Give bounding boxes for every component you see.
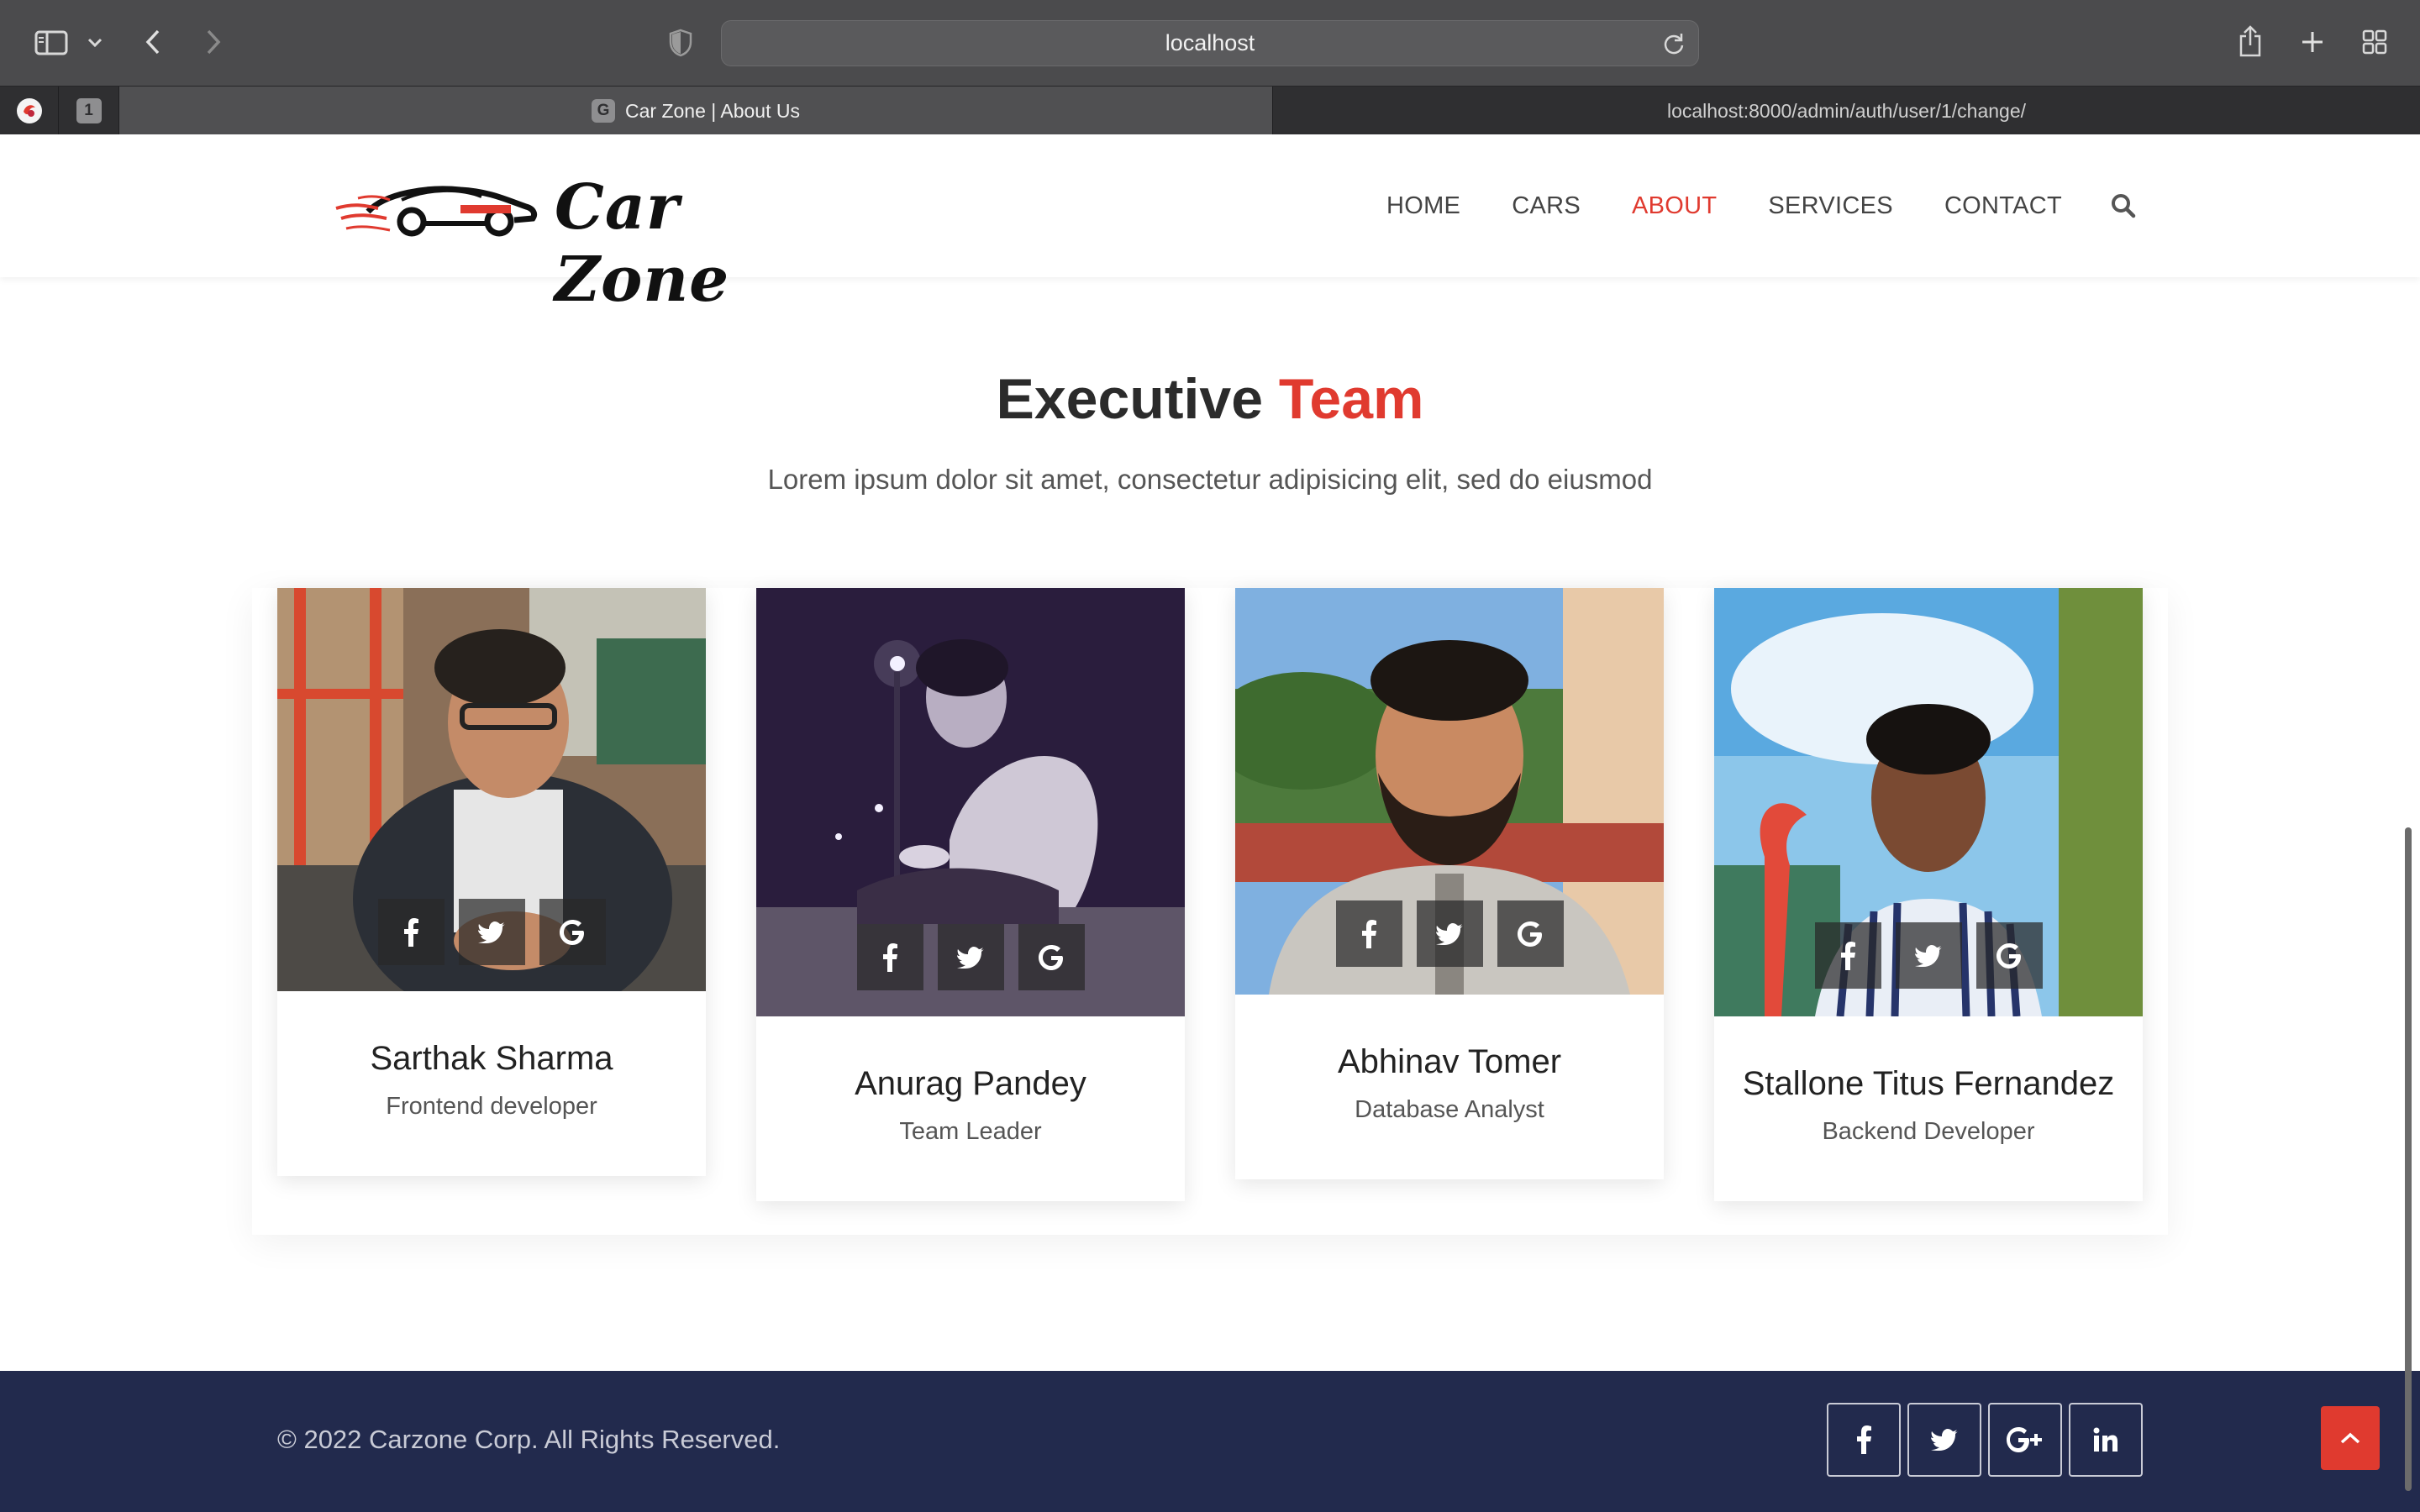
site-header: Car Zone HOME CARS ABOUT SERVICES CONTAC… xyxy=(0,134,2420,316)
team-card: Sarthak Sharma Frontend developer xyxy=(277,588,706,1176)
facebook-icon[interactable] xyxy=(856,924,923,990)
twitter-icon[interactable] xyxy=(1895,922,1962,989)
member-photo xyxy=(756,588,1185,1016)
sidebar-toggle-icon[interactable] xyxy=(32,27,71,59)
member-role: Team Leader xyxy=(899,1118,1042,1145)
twitter-icon[interactable] xyxy=(937,924,1004,990)
twitter-icon[interactable] xyxy=(458,899,525,965)
forward-icon[interactable] xyxy=(198,25,229,59)
title-accent: Team xyxy=(1278,367,1424,431)
chevron-up-icon xyxy=(2340,1432,2360,1444)
member-info: Abhinav Tomer Database Analyst xyxy=(1235,995,1664,1179)
section-title: Executive Team xyxy=(0,366,2420,432)
nav-services[interactable]: SERVICES xyxy=(1768,192,1893,220)
google-icon[interactable] xyxy=(539,899,606,965)
team-card: Abhinav Tomer Database Analyst xyxy=(1235,588,1664,1179)
share-icon[interactable] xyxy=(2235,22,2265,60)
pinned-tab-logo[interactable] xyxy=(0,87,59,135)
team-card: Stallone Titus Fernandez Backend Develop… xyxy=(1714,588,2143,1201)
reload-icon[interactable] xyxy=(1661,31,1686,56)
facebook-icon[interactable] xyxy=(377,899,445,965)
google-icon[interactable] xyxy=(1018,924,1085,990)
back-icon[interactable] xyxy=(138,25,168,59)
car-zone-logo[interactable]: Car Zone xyxy=(334,160,839,316)
address-text: localhost xyxy=(1165,30,1255,55)
logo-text: Car Zone xyxy=(555,171,730,316)
nav-cars[interactable]: CARS xyxy=(1512,192,1581,220)
tab-overview-icon[interactable] xyxy=(2360,27,2390,57)
facebook-icon[interactable] xyxy=(1335,900,1402,967)
member-photo xyxy=(277,588,706,991)
linkedin-icon[interactable] xyxy=(2069,1403,2143,1477)
member-name: Anurag Pandey xyxy=(855,1065,1086,1102)
member-socials xyxy=(756,924,1185,990)
member-role: Frontend developer xyxy=(386,1093,597,1120)
tab-favicon: G xyxy=(592,99,616,123)
google-icon[interactable] xyxy=(1497,900,1564,967)
google-icon[interactable] xyxy=(1975,922,2043,989)
member-socials xyxy=(277,899,706,965)
member-name: Stallone Titus Fernandez xyxy=(1742,1065,2115,1102)
address-bar[interactable]: localhost xyxy=(721,20,1699,66)
member-role: Backend Developer xyxy=(1822,1118,2035,1145)
member-photo xyxy=(1714,588,2143,1016)
tab-title: localhost:8000/admin/auth/user/1/change/ xyxy=(1666,99,2027,122)
member-name: Sarthak Sharma xyxy=(370,1040,613,1077)
tab-car-zone-about[interactable]: G Car Zone | About Us xyxy=(119,87,1272,135)
facebook-icon[interactable] xyxy=(1827,1403,1901,1477)
facebook-icon[interactable] xyxy=(1814,922,1881,989)
twitter-icon[interactable] xyxy=(1907,1403,1981,1477)
section-subtitle: Lorem ipsum dolor sit amet, consectetur … xyxy=(767,464,1653,495)
member-info: Sarthak Sharma Frontend developer xyxy=(277,991,706,1176)
site-footer: © 2022 Carzone Corp. All Rights Reserved… xyxy=(0,1371,2420,1512)
team-grid: Sarthak Sharma Frontend developer Anurag… xyxy=(252,588,2168,1235)
chevron-down-icon[interactable] xyxy=(84,32,106,54)
nav-home[interactable]: HOME xyxy=(1386,192,1460,220)
page-scrollbar[interactable] xyxy=(2405,827,2412,1491)
nav-contact[interactable]: CONTACT xyxy=(1944,192,2062,220)
copyright-text: © 2022 Carzone Corp. All Rights Reserved… xyxy=(277,1425,781,1454)
title-main: Executive xyxy=(996,367,1264,431)
browser-toolbar: localhost xyxy=(0,0,2420,86)
pinned-tab-count[interactable]: 1 xyxy=(59,87,119,135)
nav-about[interactable]: ABOUT xyxy=(1632,192,1717,220)
pinned-tab-badge: 1 xyxy=(76,98,102,123)
tab-bar: 1 G Car Zone | About Us localhost:8000/a… xyxy=(0,86,2420,135)
member-role: Database Analyst xyxy=(1355,1096,1544,1123)
member-info: Stallone Titus Fernandez Backend Develop… xyxy=(1714,1016,2143,1201)
google-plus-icon[interactable] xyxy=(1988,1403,2062,1477)
privacy-shield-icon[interactable] xyxy=(666,27,696,59)
tab-title: Car Zone | About Us xyxy=(625,99,800,122)
car-logo-icon xyxy=(335,186,538,237)
member-name: Abhinav Tomer xyxy=(1337,1043,1562,1080)
back-to-top-button[interactable] xyxy=(2321,1406,2380,1470)
search-icon[interactable] xyxy=(2110,192,2137,219)
member-socials xyxy=(1714,922,2143,989)
member-info: Anurag Pandey Team Leader xyxy=(756,1016,1185,1201)
main-nav: HOME CARS ABOUT SERVICES CONTACT xyxy=(1386,134,2137,277)
new-tab-icon[interactable] xyxy=(2297,27,2328,57)
team-card: Anurag Pandey Team Leader xyxy=(756,588,1185,1201)
twitter-icon[interactable] xyxy=(1416,900,1483,967)
member-socials xyxy=(1235,900,1664,967)
tab-admin-user-change[interactable]: localhost:8000/admin/auth/user/1/change/ xyxy=(1272,87,2420,135)
member-photo xyxy=(1235,588,1664,995)
